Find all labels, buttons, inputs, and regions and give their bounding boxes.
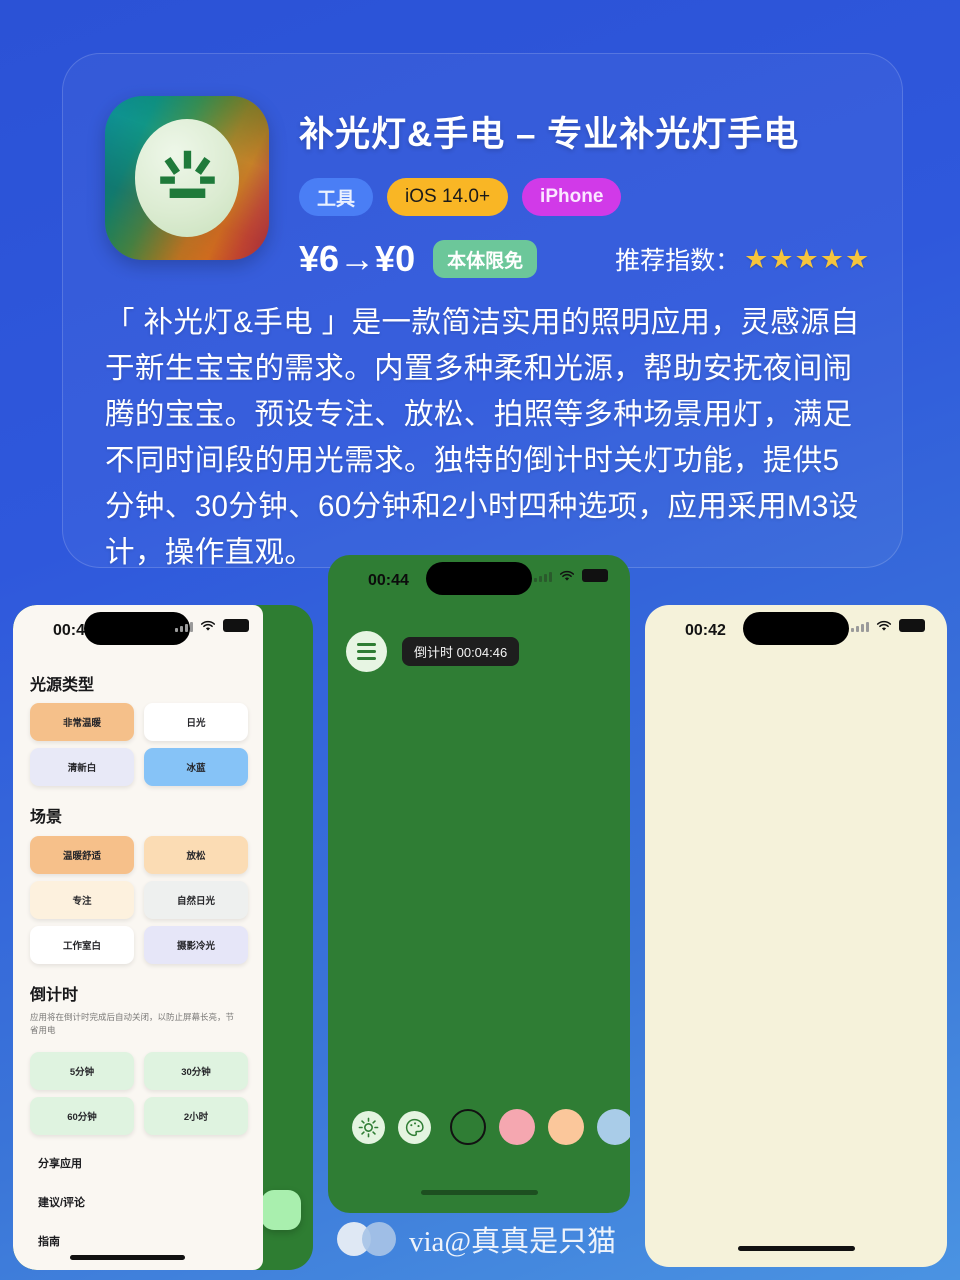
watermark: via@真真是只猫 <box>337 1218 616 1260</box>
signal-icon <box>851 620 869 632</box>
menu-item-feedback[interactable]: 建议/评论 <box>38 1194 85 1210</box>
badge-device: iPhone <box>522 178 622 216</box>
signal-icon <box>175 620 193 632</box>
phone-mockup-right: 00:42 <box>645 605 947 1267</box>
section-title-light-type: 光源类型 <box>30 677 95 694</box>
home-indicator <box>70 1255 185 1260</box>
phone-mockup-left: 00:45 光源类型 非常温暖 日光 清新白 冰蓝 场景 温暖舒适 放松 专注 … <box>13 605 313 1270</box>
app-header-text: 补光灯&手电 – 专业补光灯手电 工具 iOS 14.0+ iPhone ¥6→… <box>299 96 870 280</box>
menu-icon[interactable] <box>346 631 387 672</box>
option-natural-light[interactable]: 自然日光 <box>144 881 248 919</box>
star-rating: ★★★★★ <box>744 243 871 274</box>
swatch-outline[interactable] <box>450 1109 486 1145</box>
status-indicators <box>534 569 608 582</box>
status-indicators <box>851 619 925 632</box>
app-promo-card: 补光灯&手电 – 专业补光灯手电 工具 iOS 14.0+ iPhone ¥6→… <box>62 53 903 569</box>
option-warm-cozy[interactable]: 温暖舒适 <box>30 836 134 874</box>
status-time: 00:42 <box>685 622 726 639</box>
phone-mockup-middle: 00:44 倒计时 00:04:46 <box>328 555 630 1213</box>
section-title-scene: 场景 <box>30 809 63 826</box>
home-indicator <box>421 1190 538 1195</box>
section-title-timer: 倒计时 <box>30 987 79 1004</box>
badge-row: 工具 iOS 14.0+ iPhone <box>299 178 870 216</box>
option-photo-cool[interactable]: 摄影冷光 <box>144 926 248 964</box>
light-controls-row <box>352 1109 630 1145</box>
status-time: 00:44 <box>368 572 409 589</box>
recommend-block: 推荐指数： ★★★★★ <box>615 241 870 277</box>
swatch-pink[interactable] <box>499 1109 535 1145</box>
status-bar-right: 00:42 <box>645 605 947 657</box>
brightness-icon[interactable] <box>352 1110 385 1144</box>
option-focus[interactable]: 专注 <box>30 881 134 919</box>
option-very-warm[interactable]: 非常温暖 <box>30 703 134 741</box>
menu-item-guide[interactable]: 指南 <box>38 1233 60 1249</box>
fab-button-left[interactable] <box>261 1190 301 1230</box>
battery-icon <box>899 619 925 632</box>
watermark-logo-icon <box>337 1222 399 1256</box>
battery-icon <box>223 619 249 632</box>
battery-icon <box>582 569 608 582</box>
timer-option-2h[interactable]: 2小时 <box>144 1097 248 1135</box>
option-fresh-white[interactable]: 清新白 <box>30 748 134 786</box>
status-bar-middle: 00:44 <box>328 555 630 607</box>
timer-option-5min[interactable]: 5分钟 <box>30 1052 134 1090</box>
badge-os: iOS 14.0+ <box>387 178 509 216</box>
timer-option-30min[interactable]: 30分钟 <box>144 1052 248 1090</box>
recommend-label: 推荐指数： <box>615 247 741 275</box>
timer-help-text: 应用将在倒计时完成后自动关闭，以防止屏幕长亮，节省用电 <box>30 1012 235 1035</box>
badge-category: 工具 <box>299 178 374 216</box>
signal-icon <box>534 570 552 582</box>
settings-sheet: 00:45 光源类型 非常温暖 日光 清新白 冰蓝 场景 温暖舒适 放松 专注 … <box>13 605 263 1270</box>
option-studio-white[interactable]: 工作室白 <box>30 926 134 964</box>
watermark-text: via@真真是只猫 <box>409 1226 617 1258</box>
home-indicator <box>738 1246 855 1251</box>
dynamic-island <box>426 562 532 595</box>
page-title: 补光灯&手电 – 专业补光灯手电 <box>299 115 800 154</box>
timer-option-60min[interactable]: 60分钟 <box>30 1097 134 1135</box>
app-header-row: 补光灯&手电 – 专业补光灯手电 工具 iOS 14.0+ iPhone ¥6→… <box>105 96 870 280</box>
wifi-icon <box>876 620 892 631</box>
bulb-rays-icon <box>159 150 215 198</box>
free-limit-badge: 本体限免 <box>433 240 538 278</box>
price-row: ¥6→¥0 本体限免 推荐指数： ★★★★★ <box>299 238 870 280</box>
swatch-peach[interactable] <box>548 1109 584 1145</box>
palette-icon[interactable] <box>398 1110 431 1144</box>
menu-item-share[interactable]: 分享应用 <box>38 1155 82 1171</box>
price-text: ¥6→¥0 <box>299 238 416 279</box>
option-ice-blue[interactable]: 冰蓝 <box>144 748 248 786</box>
status-indicators <box>175 619 249 632</box>
swatch-blue[interactable] <box>597 1109 630 1145</box>
countdown-chip: 倒计时 00:04:46 <box>402 637 520 666</box>
app-description: 「 补光灯&手电 」是一款简洁实用的照明应用，灵感源自于新生宝宝的需求。内置多种… <box>105 306 860 569</box>
dynamic-island <box>743 612 849 645</box>
wifi-icon <box>200 620 216 631</box>
option-daylight[interactable]: 日光 <box>144 703 248 741</box>
lightbulb-app-icon <box>105 96 269 260</box>
status-bar-left: 00:45 <box>13 605 263 657</box>
option-relax[interactable]: 放松 <box>144 836 248 874</box>
wifi-icon <box>559 570 575 581</box>
